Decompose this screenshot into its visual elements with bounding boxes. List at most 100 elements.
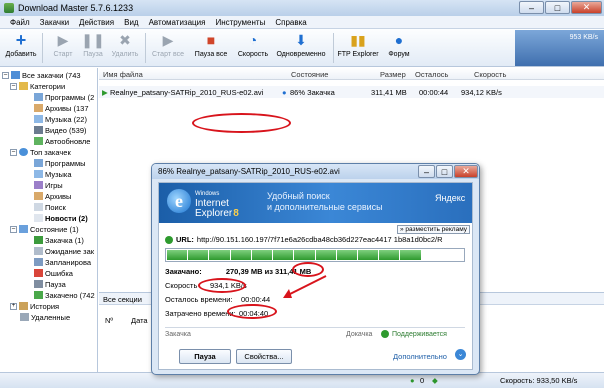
tree-cat-autoupdate[interactable]: Автообновле [34, 136, 90, 146]
progress-segment [336, 250, 357, 260]
close-button[interactable]: ✕ [571, 1, 602, 14]
properties-button[interactable]: Свойства... [236, 349, 292, 364]
tree-state-waiting[interactable]: Ожидание зак [34, 246, 94, 256]
dialog-maximize-button[interactable]: □ [436, 165, 453, 178]
tree-label: Закачка (1) [45, 235, 84, 245]
speed-button[interactable]: ◔ Скорость [233, 31, 273, 65]
trash-icon [20, 313, 29, 321]
app-window: Download Master 5.7.6.1233 – □ ✕ Файл За… [0, 0, 604, 388]
menu-downloads[interactable]: Закачки [40, 18, 69, 27]
tree-cat-archives[interactable]: Архивы (137 [34, 103, 89, 113]
downloading-icon [34, 236, 43, 244]
tree-deleted[interactable]: Удаленные [20, 312, 70, 322]
menu-file[interactable]: Файл [10, 18, 30, 27]
tree-top-music[interactable]: Музыка [34, 169, 72, 179]
simultaneous-label: Одновременно [276, 51, 326, 58]
col-left[interactable]: Осталось [415, 70, 448, 79]
dialog-close-button[interactable]: ✕ [454, 165, 478, 178]
tree-label: История [30, 301, 60, 311]
pause-all-button[interactable]: ■ Пауза все [189, 31, 233, 65]
scheduled-icon [34, 258, 43, 266]
tree-state-error[interactable]: Ошибка [34, 268, 73, 278]
menu-bar: Файл Закачки Действия Вид Автоматизация … [0, 16, 604, 29]
forum-button[interactable]: ● Форум [382, 31, 416, 65]
col-speed[interactable]: Скорость [474, 70, 506, 79]
sidebar-tree: – Все закачки (743 – Категории Программы (… [0, 68, 98, 372]
collapse-icon[interactable]: – [2, 71, 9, 79]
tree-top-archives[interactable]: Архивы [34, 191, 71, 201]
tree-label: Категории [30, 81, 66, 91]
dialog-title: 86% Realnye_patsany-SATRip_2010_RUS-e02.… [158, 167, 340, 176]
collapse-icon[interactable]: – [10, 225, 17, 233]
divider [165, 327, 465, 328]
ie-wordmark: Windows Internet Explorer8 [195, 189, 239, 219]
ad-banner[interactable]: e Windows Internet Explorer8 Удобный пои… [159, 183, 472, 223]
pause-button[interactable]: ❚❚ Пауза [78, 31, 108, 65]
tab-all-sections[interactable]: Все секции [103, 295, 142, 304]
tree-cat-programs[interactable]: Программы (2 [34, 92, 94, 102]
progress-segment [294, 250, 315, 260]
archive-icon [34, 192, 43, 200]
menu-automation[interactable]: Автоматизация [149, 18, 206, 27]
remaining-row: Осталось времени: 00:00:44 [165, 295, 270, 304]
start-button[interactable]: ▶ Старт [48, 31, 78, 65]
col-state[interactable]: Состояние [291, 70, 328, 79]
minimize-button[interactable]: – [519, 1, 544, 14]
menu-tools[interactable]: Инструменты [215, 18, 265, 27]
tree-all-downloads[interactable]: – Все закачки (743 [2, 70, 81, 80]
music-icon [34, 115, 43, 123]
tree-top-search[interactable]: Поиск [34, 202, 66, 212]
pause-all-icon: ■ [206, 32, 216, 48]
tree-state-paused[interactable]: Пауза [34, 279, 66, 289]
ie-slogan: Удобный поиск и дополнительные сервисы [267, 191, 383, 213]
start-all-button[interactable]: ▶ Старт все [148, 31, 188, 65]
status-speed: Скорость: 933,50 KB/s [500, 376, 578, 385]
tree-categories[interactable]: – Категории [10, 81, 65, 91]
menu-actions[interactable]: Действия [79, 18, 114, 27]
pause-label: Пауза [83, 51, 103, 58]
tree-cat-music[interactable]: Музыка (22) [34, 114, 87, 124]
url-label: URL: [176, 235, 194, 244]
simultaneous-button[interactable]: ⬇ Одновременно [273, 31, 329, 65]
more-details-link[interactable]: Дополнительно [393, 352, 447, 361]
dialog-minimize-button[interactable]: – [418, 165, 435, 178]
tree-state[interactable]: – Состояние (1) [10, 224, 79, 234]
chevron-down-icon[interactable]: ⌄ [455, 349, 466, 360]
tree-top-games[interactable]: Игры [34, 180, 63, 190]
tree-state-completed[interactable]: Закачено (742 [34, 290, 95, 300]
menu-help[interactable]: Справка [275, 18, 306, 27]
ie-logo-icon: e [167, 189, 191, 213]
row-name: Realnye_patsany-SATRip_2010_RUS-e02.avi [110, 88, 264, 97]
collapse-icon[interactable]: – [10, 82, 17, 90]
delete-button[interactable]: ✖ Удалить [108, 31, 142, 65]
ftp-explorer-button[interactable]: ▮▮ FTP Explorer [336, 31, 380, 65]
tree-cat-video[interactable]: Видео (539) [34, 125, 87, 135]
row-left: 00:00:44 [419, 88, 449, 97]
progress-segment [357, 250, 379, 260]
col-size[interactable]: Размер [380, 70, 406, 79]
tree-label: Программы (2 [45, 92, 95, 102]
expand-icon[interactable]: + [10, 302, 17, 310]
tree-state-scheduled[interactable]: Запланирова [34, 257, 91, 267]
tree-top-programs[interactable]: Программы [34, 158, 86, 168]
add-button[interactable]: + Добавить [4, 31, 38, 65]
forum-globe-icon: ● [394, 32, 404, 48]
maximize-button[interactable]: □ [545, 1, 570, 14]
tree-history[interactable]: + История [10, 301, 59, 311]
tree-state-downloading[interactable]: Закачка (1) [34, 235, 84, 245]
tree-label: Видео (539) [45, 125, 87, 135]
toolbar-separator [42, 33, 43, 63]
tree-top[interactable]: – Топ закачек [10, 147, 71, 157]
annotation-oval-filename [192, 113, 291, 133]
progress-segment [188, 250, 209, 260]
ie-name-line: Explorer8 [195, 209, 239, 219]
collapse-icon[interactable]: – [10, 148, 17, 156]
search-icon [34, 203, 43, 211]
col-name[interactable]: Имя файла [103, 70, 143, 79]
tree-top-news[interactable]: Новости (2) [34, 213, 88, 223]
place-ad-link[interactable]: » разместить рекламу [396, 225, 470, 234]
pause-download-button[interactable]: Пауза [179, 349, 231, 364]
table-row[interactable]: ▶ Realnye_patsany-SATRip_2010_RUS-e02.av… [99, 86, 604, 98]
menu-view[interactable]: Вид [124, 18, 138, 27]
ftp-folder-icon: ▮▮ [350, 32, 366, 48]
